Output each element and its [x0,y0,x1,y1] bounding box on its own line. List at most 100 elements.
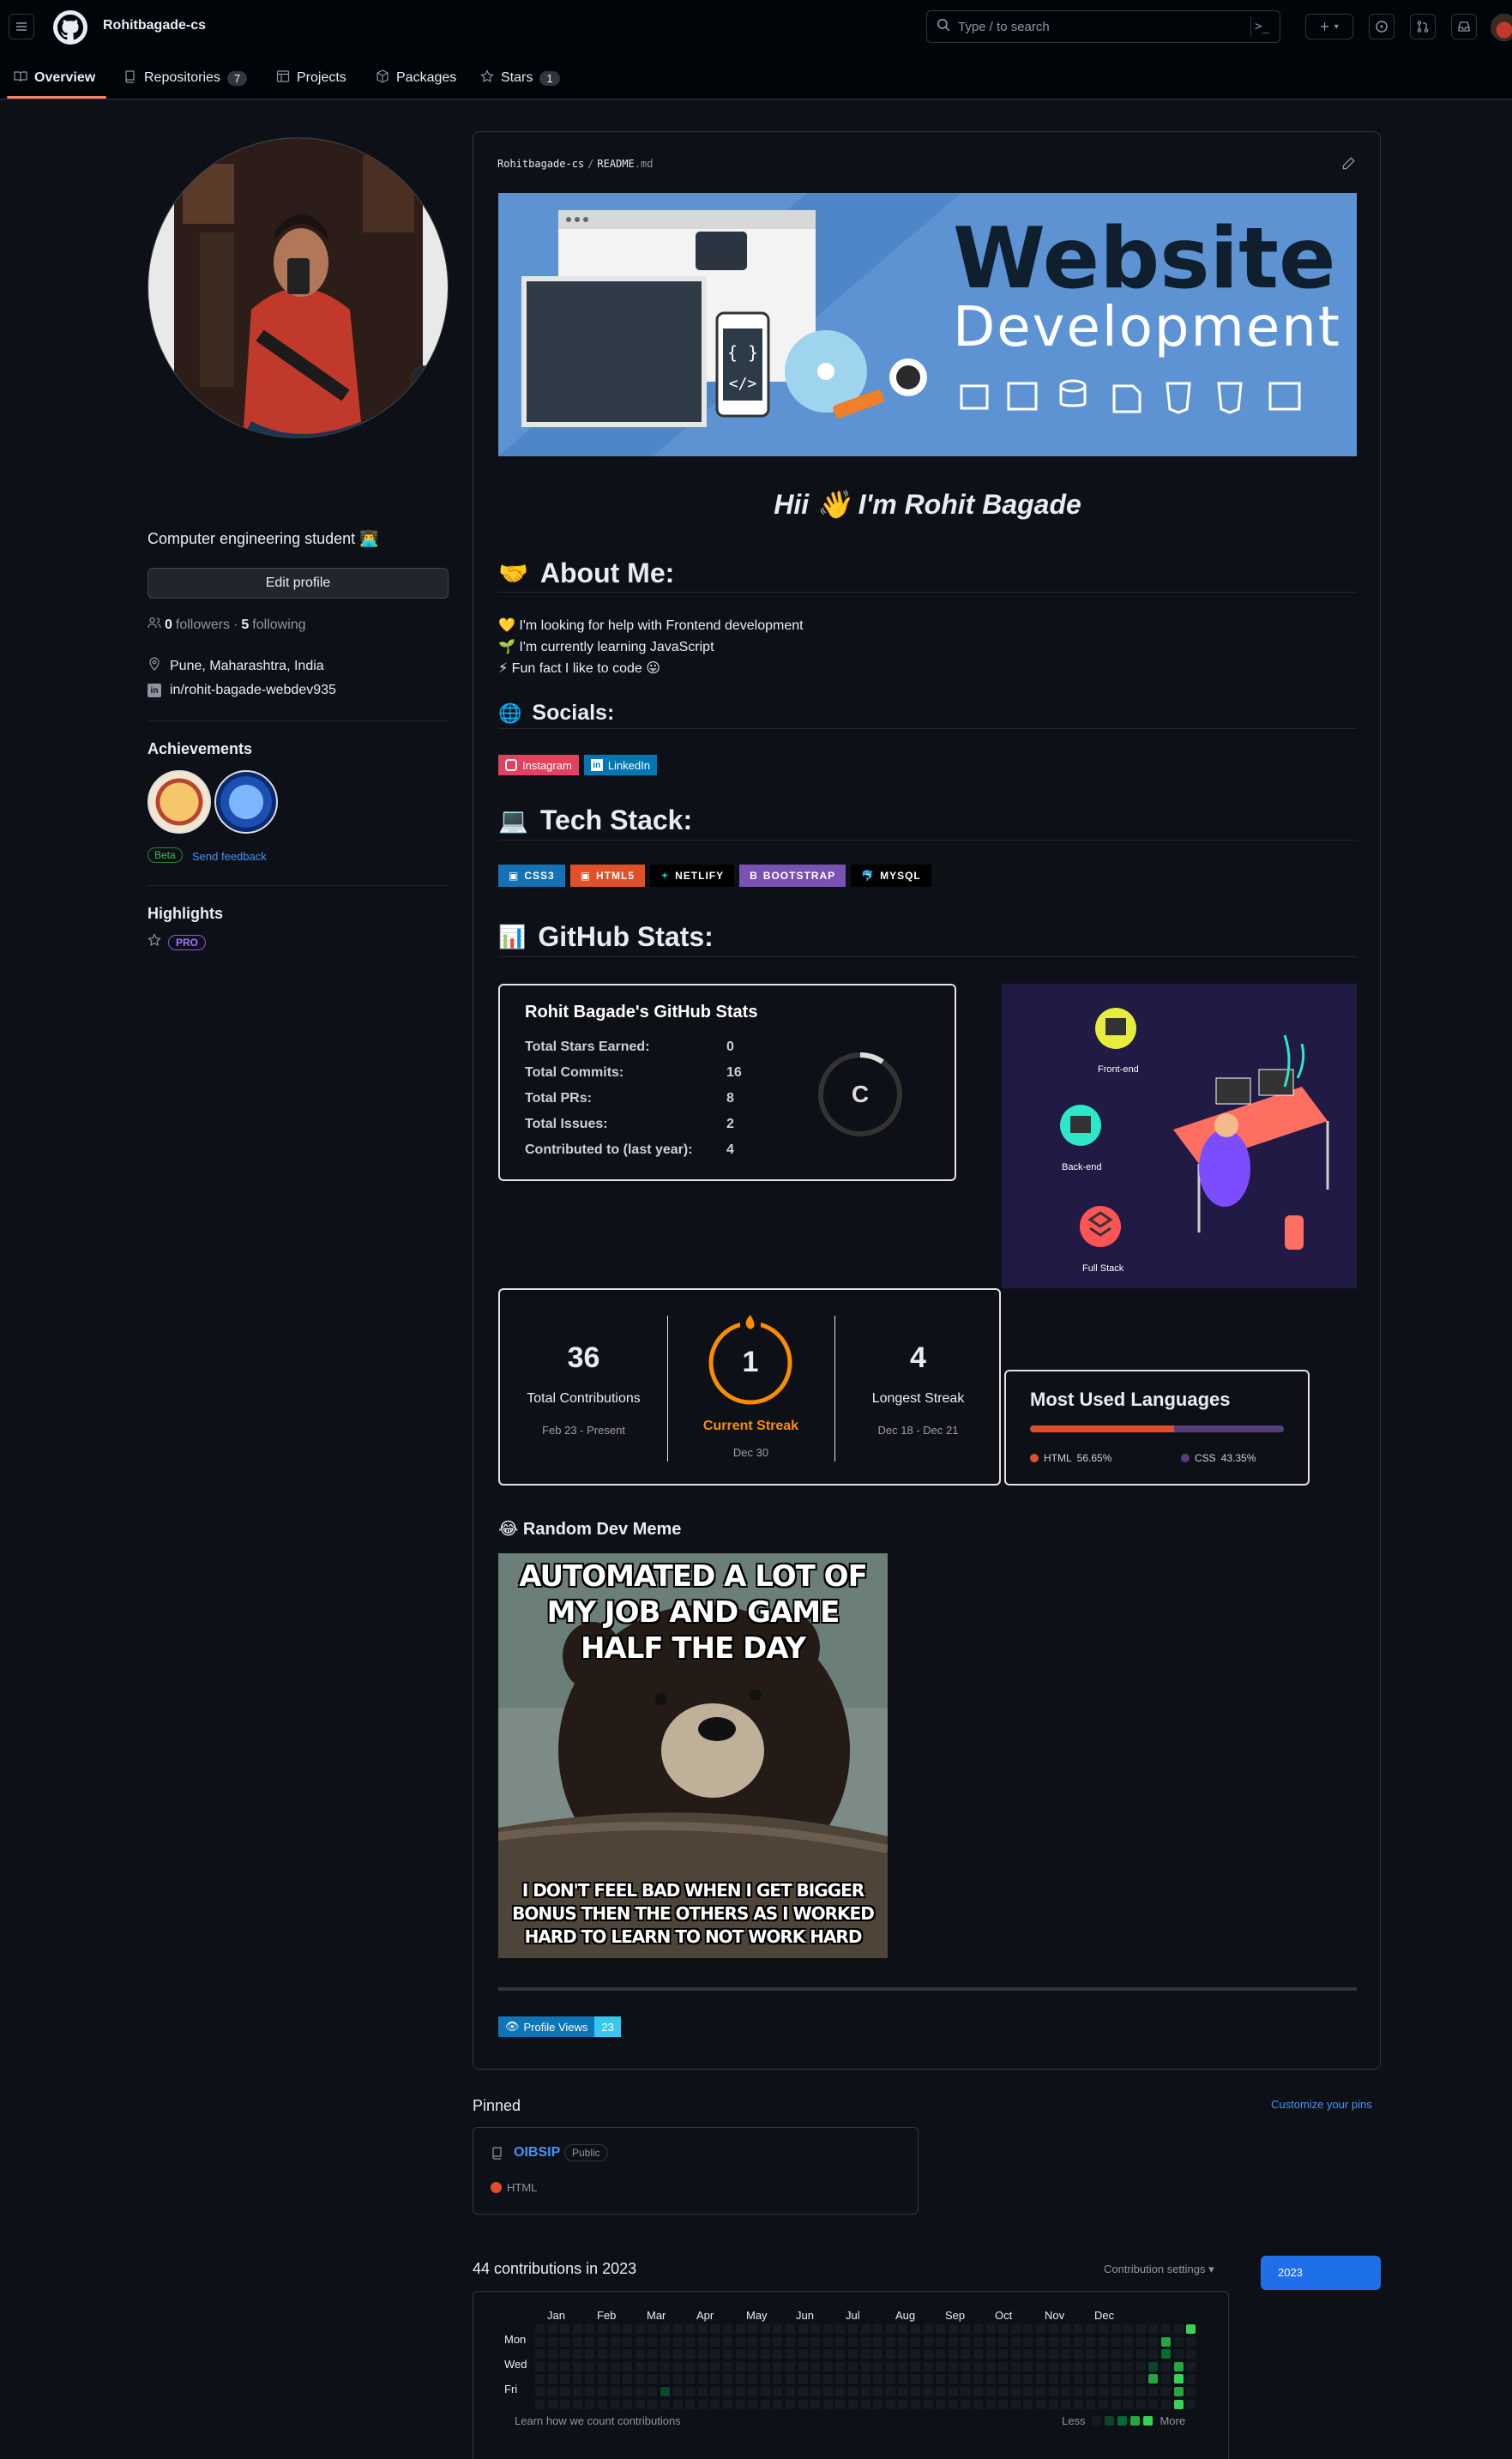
contribution-day-cell[interactable] [773,2336,783,2347]
contribution-day-cell[interactable] [1023,2374,1033,2384]
contribution-day-cell[interactable] [748,2387,758,2396]
contribution-day-cell[interactable] [648,2336,658,2347]
readme-path-user[interactable]: Rohitbagade-cs [497,158,584,170]
tab-repositories[interactable]: Repositories 7 [123,63,248,93]
contribution-day-cell[interactable] [810,2336,821,2347]
contribution-day-cell[interactable] [610,2336,620,2347]
contribution-day-cell[interactable] [1123,2399,1134,2409]
contribution-day-cell[interactable] [1123,2336,1134,2347]
contribution-day-cell[interactable] [786,2336,795,2347]
contribution-day-cell[interactable] [860,2324,870,2334]
contribution-day-cell[interactable] [973,2349,983,2360]
contribution-day-cell[interactable] [798,2324,808,2334]
contribution-day-cell[interactable] [786,2324,795,2334]
contribution-day-cell[interactable] [911,2399,920,2409]
contribution-day-cell[interactable] [635,2349,645,2360]
contribution-day-cell[interactable] [835,2361,846,2372]
contribution-day-cell[interactable] [535,2374,545,2384]
inbox-icon[interactable] [1451,14,1477,39]
contribution-day-cell[interactable] [660,2336,670,2347]
contribution-day-cell[interactable] [1148,2349,1159,2360]
contribution-day-cell[interactable] [1023,2387,1033,2396]
contribution-day-cell[interactable] [723,2336,732,2347]
contribution-day-cell[interactable] [1111,2349,1121,2360]
contribution-day-cell[interactable] [985,2336,996,2347]
contribution-day-cell[interactable] [773,2387,783,2396]
contribution-day-cell[interactable] [810,2387,821,2396]
contribution-day-cell[interactable] [1086,2349,1096,2360]
contribution-day-cell[interactable] [848,2336,858,2347]
contribution-day-cell[interactable] [1161,2399,1171,2409]
contribution-day-cell[interactable] [572,2361,582,2372]
set-status-icon[interactable] [411,365,440,395]
contribution-day-cell[interactable] [1073,2399,1083,2409]
contribution-day-cell[interactable] [1186,2324,1196,2334]
contribution-day-cell[interactable] [547,2324,557,2334]
contribution-day-cell[interactable] [1186,2387,1196,2396]
contribution-day-cell[interactable] [885,2324,895,2334]
contribution-day-cell[interactable] [623,2349,633,2360]
contribution-day-cell[interactable] [535,2324,545,2334]
contribution-day-cell[interactable] [835,2374,846,2384]
contribution-day-cell[interactable] [822,2399,833,2409]
contribution-day-cell[interactable] [985,2361,996,2372]
contribution-day-cell[interactable] [1186,2361,1196,2372]
tab-projects[interactable]: Projects [276,63,346,93]
contribution-day-cell[interactable] [1148,2336,1159,2347]
contribution-day-cell[interactable] [948,2349,958,2360]
contribution-day-cell[interactable] [723,2387,732,2396]
contribution-day-cell[interactable] [560,2399,570,2409]
contribution-day-cell[interactable] [973,2361,983,2372]
contribution-day-cell[interactable] [973,2399,983,2409]
contribution-day-cell[interactable] [835,2387,846,2396]
contribution-day-cell[interactable] [748,2324,758,2334]
contribution-day-cell[interactable] [1023,2349,1033,2360]
following-label[interactable]: following [252,618,305,633]
contribution-day-cell[interactable] [848,2324,858,2334]
contribution-day-cell[interactable] [535,2349,545,2360]
contribution-day-cell[interactable] [648,2374,658,2384]
contribution-day-cell[interactable] [672,2349,683,2360]
contribution-day-cell[interactable] [1061,2387,1071,2396]
contribution-day-cell[interactable] [798,2374,808,2384]
contribution-day-cell[interactable] [610,2349,620,2360]
contribution-day-cell[interactable] [672,2336,683,2347]
contribution-day-cell[interactable] [773,2374,783,2384]
contribution-day-cell[interactable] [672,2324,683,2334]
contribution-day-cell[interactable] [923,2387,933,2396]
contribution-day-cell[interactable] [1061,2374,1071,2384]
contribution-day-cell[interactable] [773,2399,783,2409]
contribution-day-cell[interactable] [873,2336,883,2347]
contribution-day-cell[interactable] [1161,2387,1171,2396]
contribution-day-cell[interactable] [985,2387,996,2396]
contribution-day-cell[interactable] [798,2361,808,2372]
contribution-day-cell[interactable] [948,2387,958,2396]
contribution-day-cell[interactable] [648,2399,658,2409]
contribution-day-cell[interactable] [585,2399,595,2409]
contribution-day-cell[interactable] [623,2361,633,2372]
contribution-day-cell[interactable] [1010,2361,1021,2372]
contribution-day-cell[interactable] [1036,2399,1045,2409]
contribution-day-cell[interactable] [685,2361,696,2372]
contribution-day-cell[interactable] [697,2324,708,2334]
contribution-day-cell[interactable] [572,2336,582,2347]
contribution-day-cell[interactable] [635,2324,645,2334]
contribution-day-cell[interactable] [635,2387,645,2396]
contribution-day-cell[interactable] [710,2361,720,2372]
contribution-day-cell[interactable] [1111,2324,1121,2334]
contribution-day-cell[interactable] [735,2361,745,2372]
contribution-day-cell[interactable] [735,2387,745,2396]
contribution-day-cell[interactable] [610,2361,620,2372]
contribution-day-cell[interactable] [635,2361,645,2372]
contribution-day-cell[interactable] [898,2387,908,2396]
contribution-day-cell[interactable] [697,2387,708,2396]
contribution-day-cell[interactable] [923,2349,933,2360]
contribution-day-cell[interactable] [1173,2349,1184,2360]
contribution-day-cell[interactable] [1086,2374,1096,2384]
contribution-day-cell[interactable] [1161,2324,1171,2334]
contribution-day-cell[interactable] [585,2361,595,2372]
contribution-day-cell[interactable] [1111,2399,1121,2409]
contribution-day-cell[interactable] [723,2374,732,2384]
contribution-day-cell[interactable] [560,2336,570,2347]
contribution-day-cell[interactable] [885,2399,895,2409]
